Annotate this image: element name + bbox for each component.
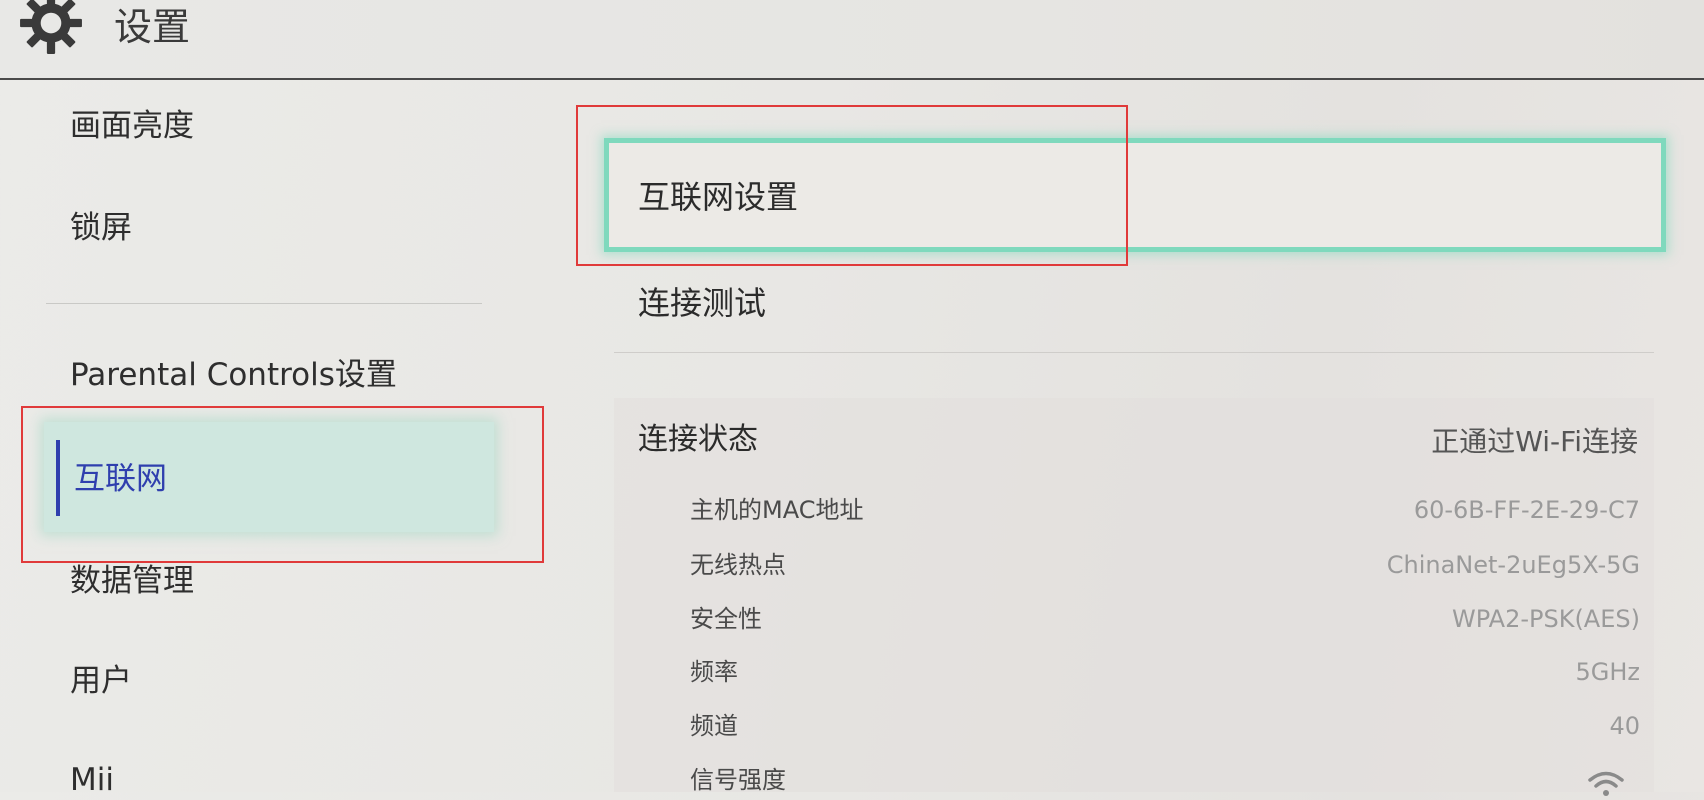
annotation-highlight-internet — [21, 406, 544, 563]
detail-value: 40 — [1609, 712, 1640, 740]
annotation-highlight-internet-settings — [576, 105, 1128, 266]
connection-test-button[interactable]: 连接测试 — [638, 282, 766, 324]
detail-label: 频道 — [690, 712, 738, 740]
detail-value: 5GHz — [1575, 658, 1640, 686]
gear-icon — [20, 0, 82, 54]
detail-row-frequency: 频率 5GHz — [690, 654, 1640, 690]
detail-label: 频率 — [690, 658, 738, 686]
page-title: 设置 — [114, 5, 191, 49]
sidebar-item-parental-controls[interactable]: Parental Controls设置 — [70, 355, 397, 395]
detail-row-signal-strength: 信号强度 — [690, 762, 1640, 798]
sidebar-item-screen-brightness[interactable]: 画面亮度 — [70, 106, 194, 146]
detail-row-channel: 频道 40 — [690, 708, 1640, 744]
sidebar-divider — [46, 303, 482, 304]
detail-row-security: 安全性 WPA2-PSK(AES) — [690, 601, 1640, 637]
sidebar-item-mii[interactable]: Mii — [70, 760, 114, 800]
connection-status-label: 连接状态 — [638, 422, 758, 457]
detail-label: 信号强度 — [690, 766, 786, 794]
detail-row-access-point: 无线热点 ChinaNet-2uEg5X-5G — [690, 547, 1640, 583]
panel-divider — [614, 352, 1654, 353]
sidebar-item-users[interactable]: 用户 — [70, 661, 132, 701]
detail-value: 60-6B-FF-2E-29-C7 — [1413, 496, 1640, 524]
detail-label: 无线热点 — [690, 551, 786, 579]
detail-label: 安全性 — [690, 605, 762, 633]
detail-value: ChinaNet-2uEg5X-5G — [1386, 551, 1640, 579]
detail-value: WPA2-PSK(AES) — [1451, 605, 1640, 633]
wifi-signal-icon — [1588, 771, 1624, 796]
connection-status-value: 正通过Wi-Fi连接 — [1431, 425, 1638, 458]
detail-row-mac: 主机的MAC地址 60-6B-FF-2E-29-C7 — [690, 492, 1640, 528]
sidebar-item-data-management[interactable]: 数据管理 — [70, 561, 194, 601]
detail-label: 主机的MAC地址 — [690, 496, 864, 524]
sidebar-item-lock-screen[interactable]: 锁屏 — [70, 208, 132, 248]
header-bar: 设置 — [0, 0, 1704, 78]
